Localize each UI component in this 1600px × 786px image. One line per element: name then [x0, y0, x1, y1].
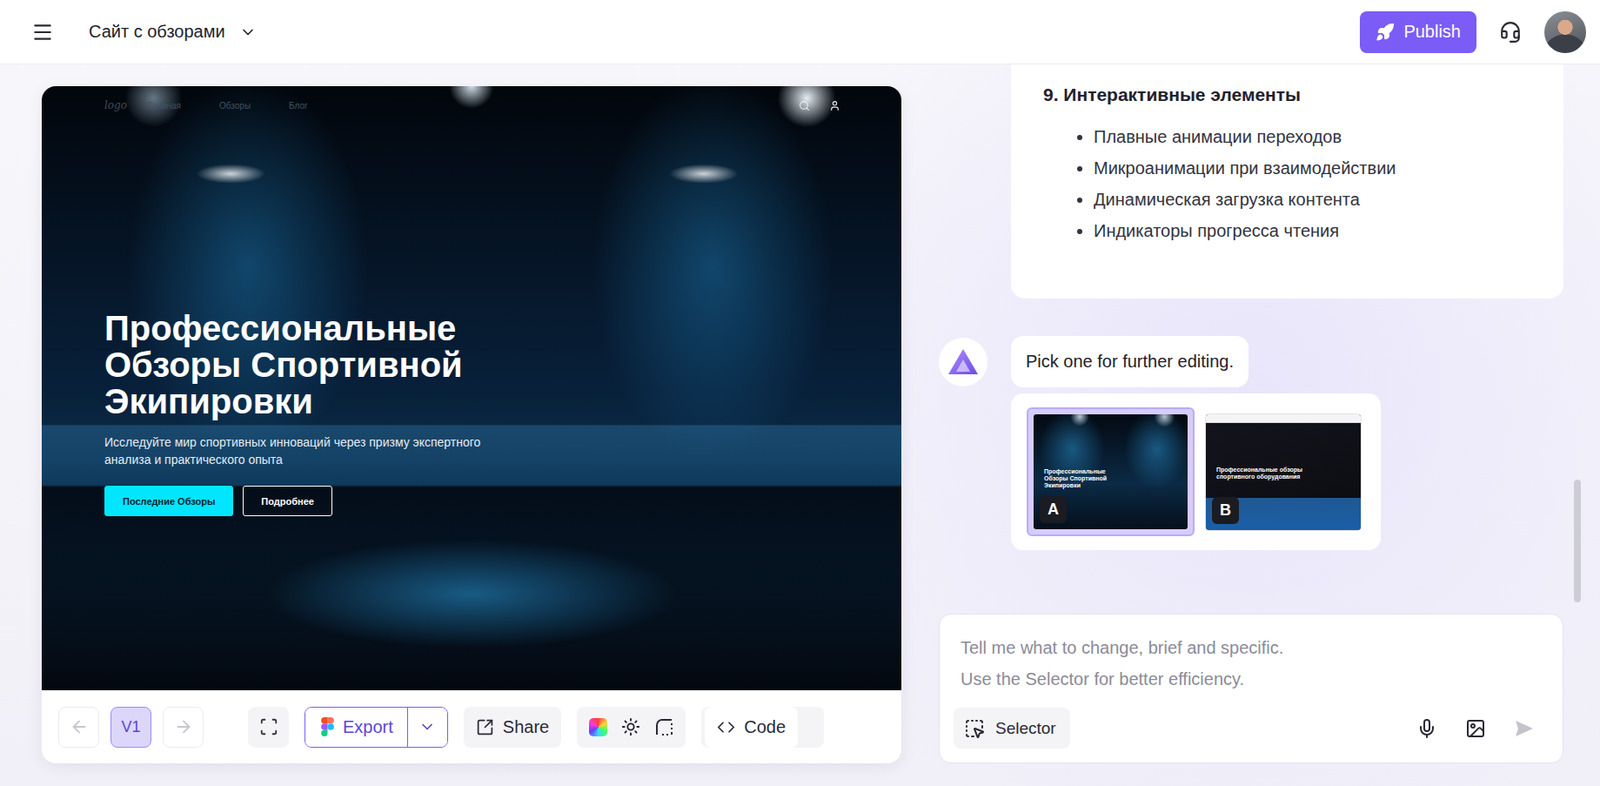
- user-avatar[interactable]: [1544, 11, 1587, 54]
- code-icon: [716, 717, 736, 737]
- palette-icon[interactable]: [589, 717, 608, 737]
- selector-icon: [964, 717, 985, 739]
- assistant-message-card: 9. Интерактивные элементы Плавные анимаци…: [1010, 64, 1564, 299]
- figma-icon: [321, 716, 335, 737]
- section-item: Плавные анимации переходов: [1093, 120, 1543, 153]
- option-label: B: [1211, 496, 1239, 524]
- top-bar: Сайт с обзорами Publish: [0, 0, 1600, 65]
- hero-title: ПрофессиональныеОбзоры СпортивнойЭкипиро…: [104, 309, 902, 420]
- search-icon[interactable]: [798, 100, 811, 112]
- fullscreen-icon: [259, 716, 279, 737]
- rocket-icon: [1375, 22, 1395, 42]
- preview-nav: logo Главная Обзоры Блог: [41, 86, 902, 125]
- style-tools: [576, 706, 686, 748]
- forward-button[interactable]: [162, 706, 204, 748]
- preview-toolbar: V1 Export Share Code: [41, 689, 902, 764]
- hero-button[interactable]: Последние Обзоры: [104, 485, 234, 516]
- message-input[interactable]: Tell me what to change, brief and specif…: [960, 631, 1542, 708]
- corner-radius-icon[interactable]: [654, 716, 674, 737]
- selector-button[interactable]: Selector: [953, 707, 1071, 749]
- section-item: Индикаторы прогресса чтения: [1093, 214, 1543, 247]
- preview-nav-item[interactable]: Главная: [147, 100, 181, 111]
- send-button[interactable]: [1513, 717, 1535, 739]
- support-button[interactable]: [1499, 20, 1522, 44]
- chevron-down-icon: [418, 717, 436, 736]
- site-preview: logo Главная Обзоры Блог ПрофессиональныеОбз…: [41, 86, 902, 690]
- scrollbar-thumb[interactable]: [1573, 479, 1581, 603]
- assistant-message: Pick one for further editing. Профессиона…: [938, 335, 1564, 550]
- hero-subtitle: Исследуйте мир спортивных инноваций чере…: [104, 433, 514, 469]
- app-page: Сайт с обзорами Publish logo Главная Обзоры Б…: [0, 0, 1600, 786]
- arrow-left-icon: [69, 716, 89, 737]
- message-composer: Tell me what to change, brief and specif…: [938, 613, 1564, 764]
- assistant-logo-icon: [946, 347, 980, 377]
- option-label: A: [1039, 495, 1067, 523]
- code-group: Code: [701, 706, 824, 748]
- project-selector[interactable]: Сайт с обзорами: [88, 21, 257, 42]
- publish-button[interactable]: Publish: [1359, 11, 1477, 54]
- export-menu-button[interactable]: [407, 707, 448, 747]
- message-bubble: Pick one for further editing.: [1010, 335, 1249, 388]
- preview-nav-item[interactable]: Блог: [288, 100, 308, 111]
- preview-panel: logo Главная Обзоры Блог ПрофессиональныеОбз…: [41, 86, 902, 764]
- section-item: Микроанимации при взаимодействии: [1093, 152, 1543, 184]
- mic-icon: [1416, 717, 1438, 739]
- export-group: Export: [304, 706, 449, 748]
- export-button[interactable]: Export: [305, 707, 408, 747]
- design-option[interactable]: Профессиональные Обзоры Спортивной Экипи…: [1026, 407, 1195, 536]
- arrow-right-icon: [174, 716, 194, 737]
- sun-icon[interactable]: [621, 716, 641, 737]
- menu-button[interactable]: [31, 20, 54, 44]
- chevron-down-icon: [239, 23, 257, 41]
- menu-icon: [31, 20, 54, 44]
- preview-hero: ПрофессиональныеОбзоры СпортивнойЭкипиро…: [41, 309, 902, 516]
- back-button[interactable]: [58, 706, 100, 748]
- section-item: Динамическая загрузка контента: [1093, 183, 1543, 215]
- workspace: logo Главная Обзоры Блог ПрофессиональныеОбз…: [0, 64, 1600, 786]
- headset-icon: [1499, 20, 1522, 44]
- preview-nav-item[interactable]: Обзоры: [219, 100, 251, 111]
- share-button[interactable]: Share: [463, 706, 562, 748]
- section-list: Плавные анимации переходовМикроанимации …: [1043, 120, 1543, 247]
- image-upload-button[interactable]: [1465, 717, 1487, 739]
- code-button[interactable]: Code: [704, 706, 798, 748]
- section-title: 9. Интерактивные элементы: [1043, 81, 1543, 108]
- version-button[interactable]: V1: [110, 706, 152, 748]
- share-icon: [475, 717, 495, 737]
- fullscreen-button[interactable]: [247, 706, 289, 748]
- preview-logo[interactable]: logo: [104, 99, 128, 112]
- design-option[interactable]: Профессиональные обзоры спортивного обор…: [1205, 413, 1362, 531]
- user-icon[interactable]: [829, 100, 841, 112]
- send-icon[interactable]: [1513, 717, 1535, 739]
- voice-button[interactable]: [1416, 717, 1438, 739]
- design-options: Профессиональные Обзоры Спортивной Экипи…: [1010, 393, 1381, 550]
- hero-button[interactable]: Подробнее: [242, 485, 333, 516]
- assistant-avatar: [938, 337, 988, 387]
- image-icon: [1465, 717, 1487, 739]
- chat-panel: 9. Интерактивные элементы Плавные анимаци…: [938, 64, 1564, 764]
